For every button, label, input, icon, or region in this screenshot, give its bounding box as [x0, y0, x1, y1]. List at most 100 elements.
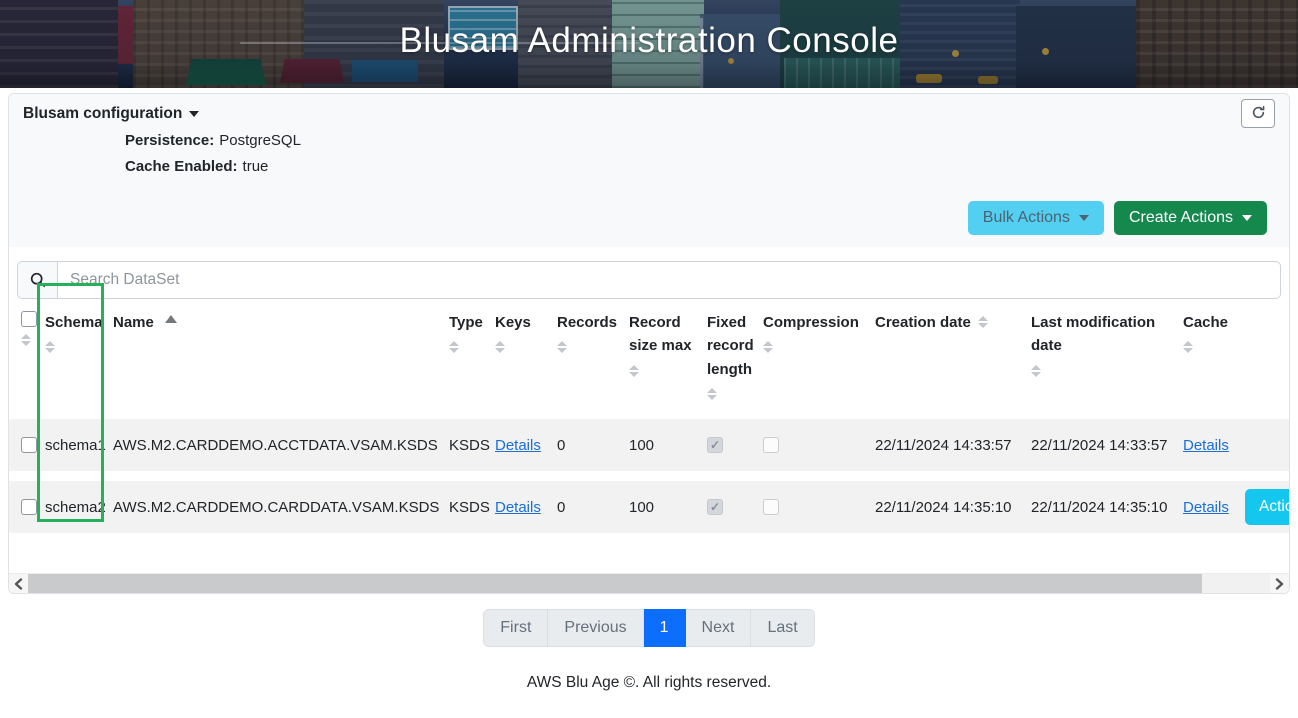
- pagination-first[interactable]: First: [483, 609, 548, 647]
- header-keys-label: Keys: [495, 311, 531, 334]
- pagination-page-1[interactable]: 1: [644, 609, 686, 647]
- cell-records: 0: [551, 499, 623, 516]
- chevron-down-icon: [1242, 215, 1252, 221]
- sort-icon[interactable]: [763, 341, 773, 353]
- pagination-next[interactable]: Next: [686, 609, 752, 647]
- scrollbar-thumb[interactable]: [28, 574, 1202, 593]
- sort-icon[interactable]: [1183, 341, 1193, 353]
- table-header-row: Schema Name Type Keys Records: [9, 305, 1289, 419]
- header-records-label: Records: [557, 311, 617, 334]
- header-creation-date[interactable]: Creation date: [869, 311, 1025, 334]
- header-last-modification-date-label: Last modification date: [1031, 311, 1177, 358]
- sort-icon[interactable]: [629, 365, 639, 377]
- horizontal-scrollbar[interactable]: [9, 573, 1289, 593]
- config-dropdown[interactable]: Blusam configuration: [23, 105, 199, 123]
- pagination: First Previous 1 Next Last: [0, 609, 1298, 647]
- header-select-all: [9, 311, 41, 346]
- create-actions-button[interactable]: Create Actions: [1114, 201, 1267, 235]
- cell-name: AWS.M2.CARDDEMO.CARDDATA.VSAM.KSDS: [107, 499, 443, 516]
- cell-type: KSDS: [443, 499, 489, 516]
- header-banner: Blusam Administration Console: [0, 0, 1298, 88]
- cell-schema: schema2: [41, 499, 107, 516]
- sort-icon[interactable]: [45, 341, 55, 353]
- scrollbar-track[interactable]: [28, 574, 1270, 593]
- cell-type: KSDS: [443, 437, 489, 454]
- cache-details-link[interactable]: Details: [1183, 437, 1229, 454]
- sort-icon[interactable]: [978, 316, 988, 328]
- refresh-button[interactable]: [1241, 99, 1275, 128]
- cell-creation-date: 22/11/2024 14:35:10: [869, 499, 1025, 516]
- pagination-last[interactable]: Last: [751, 609, 814, 647]
- cell-last-modification-date: 22/11/2024 14:33:57: [1025, 437, 1177, 454]
- table-row: schema2 AWS.M2.CARDDEMO.CARDDATA.VSAM.KS…: [9, 481, 1289, 533]
- persistence-label: Persistence:: [125, 132, 214, 149]
- scroll-right-button[interactable]: [1270, 574, 1289, 593]
- cell-record-size-max: 100: [623, 499, 701, 516]
- scroll-left-button[interactable]: [9, 574, 28, 593]
- cell-name: AWS.M2.CARDDEMO.ACCTDATA.VSAM.KSDS: [107, 437, 443, 454]
- row-select-checkbox[interactable]: [21, 437, 37, 453]
- sort-icon[interactable]: [495, 341, 505, 353]
- compression-checkbox: [763, 437, 779, 453]
- compression-checkbox: [763, 499, 779, 515]
- persistence-value: PostgreSQL: [219, 132, 301, 149]
- header-records[interactable]: Records: [551, 311, 623, 353]
- cache-enabled-row: Cache Enabled: true: [125, 158, 1275, 175]
- sort-icon[interactable]: [707, 388, 717, 400]
- header-compression[interactable]: Compression: [757, 311, 869, 353]
- chevron-down-icon: [189, 111, 199, 117]
- dataset-table: Schema Name Type Keys Records: [9, 305, 1289, 533]
- cell-record-size-max: 100: [623, 437, 701, 454]
- header-type[interactable]: Type: [443, 311, 489, 353]
- header-schema[interactable]: Schema: [41, 311, 107, 353]
- header-name[interactable]: Name: [107, 311, 443, 334]
- keys-details-link[interactable]: Details: [495, 499, 541, 516]
- create-actions-label: Create Actions: [1129, 209, 1233, 227]
- page-title: Blusam Administration Console: [0, 0, 1298, 82]
- sort-icon[interactable]: [21, 334, 31, 346]
- chevron-left-icon: [14, 578, 23, 590]
- cache-enabled-label: Cache Enabled:: [125, 158, 238, 175]
- search-icon: [17, 261, 57, 299]
- config-dropdown-label: Blusam configuration: [23, 105, 182, 123]
- bulk-actions-button[interactable]: Bulk Actions: [968, 201, 1104, 235]
- search-input[interactable]: [57, 261, 1281, 299]
- row-select-checkbox[interactable]: [21, 499, 37, 515]
- main-panel: Blusam configuration Persistence: Postgre…: [8, 93, 1290, 594]
- config-section: Blusam configuration Persistence: Postgre…: [9, 94, 1289, 247]
- chevron-right-icon: [1275, 578, 1284, 590]
- persistence-row: Persistence: PostgreSQL: [125, 132, 1275, 149]
- sort-icon[interactable]: [557, 341, 567, 353]
- footer-text: AWS Blu Age ©. All rights reserved.: [527, 674, 771, 691]
- cache-enabled-value: true: [243, 158, 269, 175]
- sort-icon[interactable]: [449, 341, 459, 353]
- cell-creation-date: 22/11/2024 14:33:57: [869, 437, 1025, 454]
- cell-records: 0: [551, 437, 623, 454]
- header-fixed-record-length[interactable]: Fixed record length: [701, 311, 757, 400]
- header-fixed-record-length-label: Fixed record length: [707, 311, 757, 381]
- header-type-label: Type: [449, 311, 483, 334]
- cache-details-link[interactable]: Details: [1183, 499, 1229, 516]
- header-cache[interactable]: Cache: [1177, 311, 1247, 353]
- header-compression-label: Compression: [763, 311, 859, 334]
- header-record-size-max[interactable]: Record size max: [623, 311, 701, 377]
- pagination-previous[interactable]: Previous: [548, 609, 643, 647]
- bulk-actions-label: Bulk Actions: [983, 209, 1070, 227]
- header-cache-label: Cache: [1183, 311, 1228, 334]
- refresh-icon: [1251, 105, 1266, 123]
- header-last-modification-date[interactable]: Last modification date: [1025, 311, 1177, 377]
- header-schema-label: Schema: [45, 311, 103, 334]
- select-all-checkbox[interactable]: [21, 311, 37, 327]
- chevron-down-icon: [1079, 215, 1089, 221]
- sort-icon[interactable]: [1031, 365, 1041, 377]
- row-actions-label: Actions: [1259, 498, 1290, 516]
- cell-schema: schema1: [41, 437, 107, 454]
- header-name-label: Name: [113, 311, 154, 334]
- cell-last-modification-date: 22/11/2024 14:35:10: [1025, 499, 1177, 516]
- keys-details-link[interactable]: Details: [495, 437, 541, 454]
- sort-ascending-icon: [165, 315, 177, 323]
- search-bar: [17, 261, 1281, 299]
- header-record-size-max-label: Record size max: [629, 311, 701, 358]
- row-actions-button[interactable]: Actions: [1245, 489, 1290, 525]
- header-keys[interactable]: Keys: [489, 311, 551, 353]
